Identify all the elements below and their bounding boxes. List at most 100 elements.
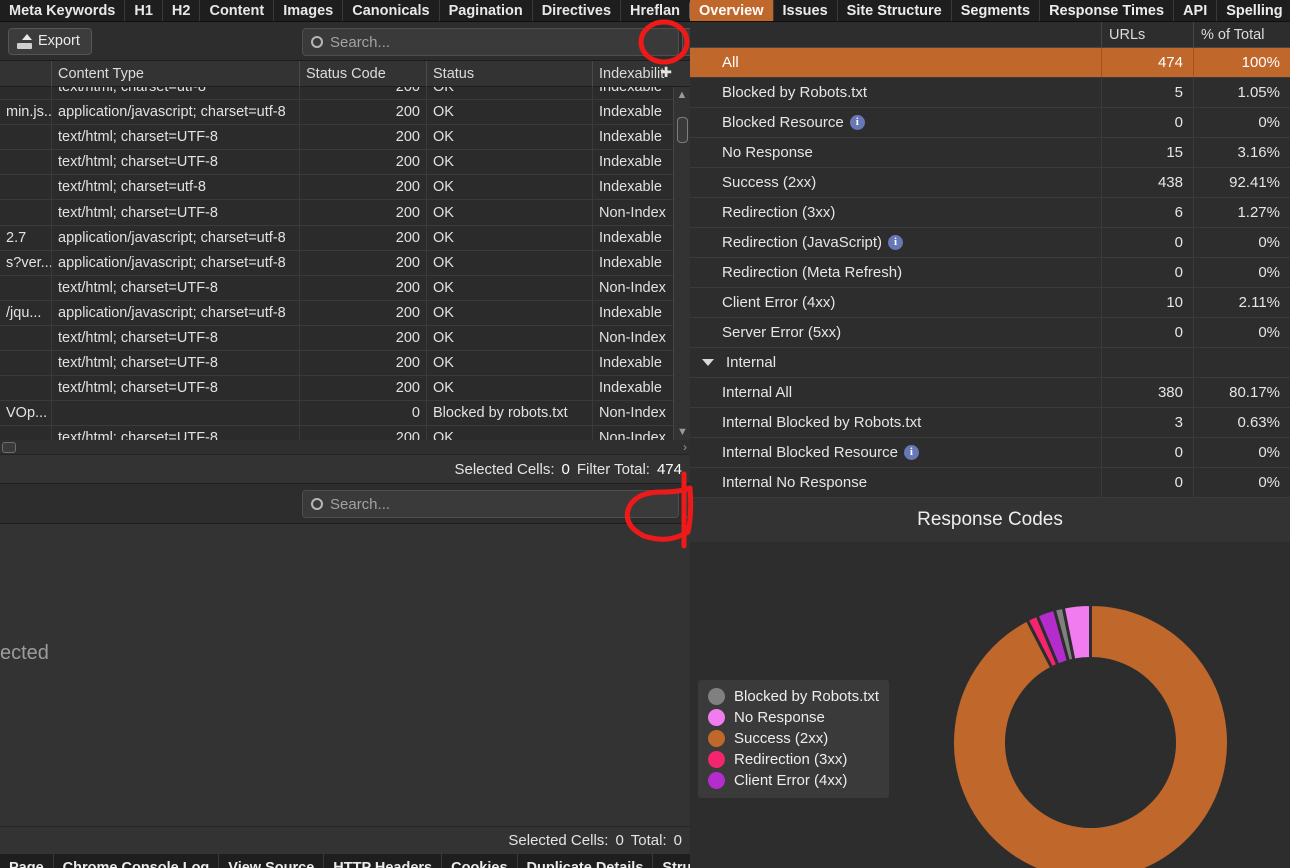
legend-item[interactable]: No Response xyxy=(708,709,879,726)
table-cell[interactable]: OK xyxy=(427,325,593,351)
overview-row-label-cell[interactable]: Internal Blocked by Robots.txt xyxy=(690,408,1102,437)
overview-group-row[interactable]: Internal xyxy=(690,348,1290,378)
table-row[interactable]: VOp... 0 Blocked by robots.txt Non-Index xyxy=(0,400,690,427)
overview-row[interactable]: Redirection (3xx) 6 1.27% xyxy=(690,198,1290,228)
scrollbar-thumb[interactable] xyxy=(677,117,688,143)
table-row[interactable]: s?ver... application/javascript; charset=… xyxy=(0,250,690,276)
table-cell[interactable]: 2.7 xyxy=(0,225,52,251)
table-cell[interactable]: 200 xyxy=(300,149,427,175)
donut-chart[interactable] xyxy=(948,600,1233,868)
table-cell[interactable]: 200 xyxy=(300,99,427,125)
table-cell[interactable]: Indexable xyxy=(593,225,675,250)
search-input[interactable]: Search... xyxy=(302,28,679,56)
table-cell[interactable]: 200 xyxy=(300,199,427,226)
bottom-tab-view-source[interactable]: View Source xyxy=(219,854,325,868)
overview-row-label-cell[interactable]: Internal xyxy=(690,348,1102,377)
table-cell[interactable]: Blocked by robots.txt xyxy=(427,400,593,426)
overview-row[interactable]: Blocked Resource i 0 0% xyxy=(690,108,1290,138)
overview-row-label-cell[interactable]: Blocked Resource i xyxy=(690,108,1102,137)
tab-content[interactable]: Content xyxy=(200,0,275,21)
table-cell[interactable]: 200 xyxy=(300,375,427,401)
overview-row-label-cell[interactable]: Redirection (JavaScript) i xyxy=(690,228,1102,257)
overview-col-urls[interactable]: URLs xyxy=(1102,22,1194,47)
info-icon[interactable]: i xyxy=(903,445,919,460)
table-body[interactable]: text/html; charset=utf-8 200 OK Indexable mi… xyxy=(0,87,690,440)
overview-row[interactable]: Redirection (JavaScript) i 0 0% xyxy=(690,228,1290,258)
triangle-down-icon[interactable] xyxy=(702,359,714,366)
scroll-right-icon[interactable]: › xyxy=(683,440,687,454)
table-cell[interactable]: Indexable xyxy=(593,376,675,401)
table-cell[interactable]: Indexable xyxy=(593,150,675,175)
overview-row-label-cell[interactable]: Redirection (Meta Refresh) xyxy=(690,258,1102,287)
table-cell[interactable]: OK xyxy=(427,300,593,326)
overview-row[interactable]: No Response 15 3.16% xyxy=(690,138,1290,168)
table-cell[interactable]: OK xyxy=(427,149,593,175)
table-cell[interactable]: application/javascript; charset=utf-8 xyxy=(52,225,300,251)
overview-row[interactable]: Internal No Response 0 0% xyxy=(690,468,1290,498)
table-cell[interactable]: 200 xyxy=(300,87,427,100)
table-cell[interactable]: /jqu... xyxy=(0,300,52,326)
legend-item[interactable]: Client Error (4xx) xyxy=(708,772,879,789)
legend-item[interactable]: Blocked by Robots.txt xyxy=(708,688,879,705)
column-header-blank[interactable] xyxy=(0,60,52,87)
scroll-down-icon[interactable]: ▼ xyxy=(674,424,690,440)
table-cell[interactable] xyxy=(0,199,52,226)
table-cell[interactable]: Indexable xyxy=(593,351,675,376)
tab-issues[interactable]: Issues xyxy=(774,0,838,21)
table-cell[interactable]: text/html; charset=UTF-8 xyxy=(52,124,300,150)
export-button[interactable]: Export xyxy=(8,27,92,55)
table-cell[interactable]: 200 xyxy=(300,124,427,150)
bottom-tab-duplicate-details[interactable]: Duplicate Details xyxy=(518,854,654,868)
info-icon[interactable]: i xyxy=(849,115,865,130)
table-cell[interactable] xyxy=(0,425,52,440)
table-cell[interactable]: 200 xyxy=(300,425,427,440)
table-cell[interactable]: VOp... xyxy=(0,400,52,426)
table-cell[interactable]: OK xyxy=(427,124,593,150)
tab-h2[interactable]: H2 xyxy=(163,0,201,21)
table-cell[interactable]: 200 xyxy=(300,250,427,276)
overview-row-label-cell[interactable]: Redirection (3xx) xyxy=(690,198,1102,227)
table-cell[interactable]: text/html; charset=UTF-8 xyxy=(52,199,300,226)
table-cell[interactable]: Non-Index xyxy=(593,275,675,300)
table-cell[interactable]: Indexable xyxy=(593,300,675,325)
table-cell[interactable]: text/html; charset=UTF-8 xyxy=(52,149,300,175)
table-cell[interactable]: Indexable xyxy=(593,250,675,275)
table-cell[interactable]: OK xyxy=(427,199,593,226)
overview-row[interactable]: Blocked by Robots.txt 5 1.05% xyxy=(690,78,1290,108)
overview-row-label-cell[interactable]: Internal Blocked Resource i xyxy=(690,438,1102,467)
table-row[interactable]: text/html; charset=utf-8 200 OK Indexable xyxy=(0,87,690,101)
table-cell[interactable] xyxy=(0,375,52,401)
table-row[interactable]: min.js... application/javascript; charset… xyxy=(0,99,690,126)
table-cell[interactable]: 200 xyxy=(300,300,427,326)
overview-row[interactable]: Client Error (4xx) 10 2.11% xyxy=(690,288,1290,318)
tab-api[interactable]: API xyxy=(1174,0,1218,21)
overview-table-body[interactable]: All 474 100% Blocked by Robots.txt 5 1.05% Blo… xyxy=(690,48,1290,498)
plus-icon[interactable]: ✚ xyxy=(660,64,672,81)
table-cell[interactable]: 200 xyxy=(300,174,427,200)
table-cell[interactable]: application/javascript; charset=utf-8 xyxy=(52,250,300,276)
table-cell[interactable]: text/html; charset=utf-8 xyxy=(52,87,300,100)
table-cell[interactable]: OK xyxy=(427,425,593,440)
tab-directives[interactable]: Directives xyxy=(533,0,622,21)
table-cell[interactable]: Non-Index xyxy=(593,401,675,426)
column-header-status-code[interactable]: Status Code xyxy=(300,60,427,87)
overview-col-pct[interactable]: % of Total xyxy=(1194,22,1290,47)
table-row[interactable]: text/html; charset=UTF-8 200 OK Non-Index xyxy=(0,199,690,226)
lower-search-input[interactable]: Search... xyxy=(302,490,679,518)
table-cell[interactable]: application/javascript; charset=utf-8 xyxy=(52,99,300,125)
bottom-tab-chrome-console-log[interactable]: Chrome Console Log xyxy=(54,854,220,868)
table-cell[interactable]: application/javascript; charset=utf-8 xyxy=(52,300,300,326)
table-cell[interactable]: Indexable xyxy=(593,87,675,100)
table-cell[interactable]: OK xyxy=(427,87,593,100)
table-cell[interactable]: s?ver... xyxy=(0,250,52,276)
table-cell[interactable]: 200 xyxy=(300,275,427,301)
table-cell[interactable]: text/html; charset=UTF-8 xyxy=(52,350,300,376)
table-cell[interactable]: OK xyxy=(427,99,593,125)
table-cell[interactable]: text/html; charset=UTF-8 xyxy=(52,375,300,401)
table-cell[interactable]: OK xyxy=(427,174,593,200)
table-cell[interactable]: text/html; charset=UTF-8 xyxy=(52,275,300,301)
table-cell[interactable]: 200 xyxy=(300,350,427,376)
tab-h1[interactable]: H1 xyxy=(125,0,163,21)
tab-response-times[interactable]: Response Times xyxy=(1040,0,1175,21)
table-row[interactable]: text/html; charset=UTF-8 200 OK Non-Index xyxy=(0,275,690,301)
